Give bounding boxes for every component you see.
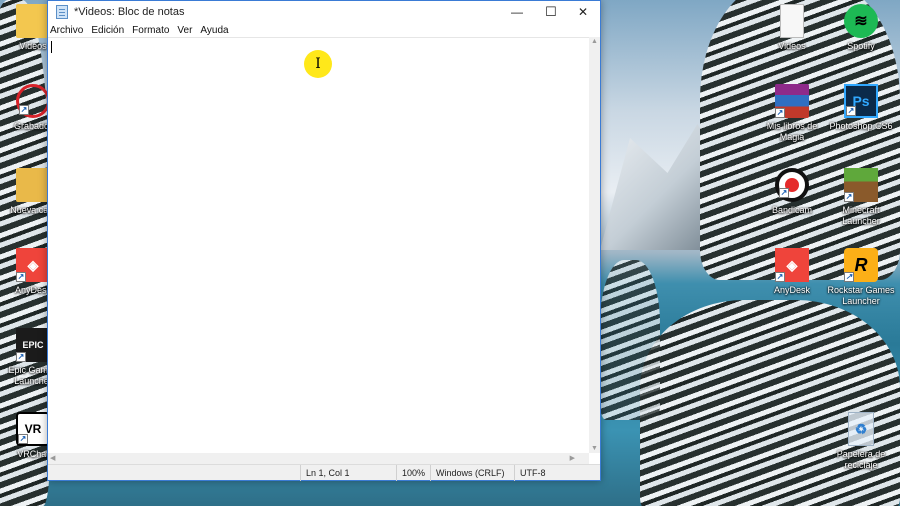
- minecraft-icon: ↗: [844, 168, 878, 202]
- bandicam-icon: ↗: [775, 168, 809, 202]
- shortcut-arrow-icon: ↗: [16, 352, 26, 362]
- menu-ayuda[interactable]: Ayuda: [200, 25, 228, 36]
- epic-games-icon: EPIC ↗: [16, 328, 50, 362]
- text-editor[interactable]: [48, 37, 589, 453]
- desktop-icon-label: Spotify: [847, 41, 875, 51]
- shortcut-arrow-icon: ↗: [844, 272, 854, 282]
- scroll-up-icon[interactable]: ▲: [591, 38, 598, 45]
- close-button[interactable]: ✕: [566, 1, 600, 23]
- status-bar: Ln 1, Col 1 100% Windows (CRLF) UTF-8: [48, 464, 600, 481]
- desktop-icon-label: Rockstar Games Launcher: [827, 285, 895, 306]
- desktop-icon-rockstar[interactable]: R ↗ Rockstar Games Launcher: [825, 248, 897, 307]
- shortcut-arrow-icon: ↗: [844, 192, 854, 202]
- vrchat-icon: VR ↗: [16, 412, 50, 446]
- status-position: Ln 1, Col 1: [300, 465, 396, 481]
- desktop-icon-label: Videos: [778, 41, 806, 51]
- desktop-icon-photoshop[interactable]: Ps ↗ Photoshop CS6: [825, 84, 897, 132]
- maximize-button[interactable]: ☐: [534, 1, 568, 23]
- document-icon: [780, 4, 804, 38]
- horizontal-scrollbar[interactable]: ◀ ▶: [48, 453, 589, 464]
- desktop-icon-spotify[interactable]: ≋ Spotify: [825, 4, 897, 52]
- desktop-icon-label: Mis libros de Magia: [766, 121, 818, 142]
- spotify-icon: ≋: [844, 4, 878, 38]
- menu-edicion[interactable]: Edición: [91, 25, 124, 36]
- text-cursor-icon: I: [315, 56, 321, 72]
- scroll-down-icon[interactable]: ▼: [591, 445, 598, 452]
- desktop-icon-label: Minecraft Launcher: [842, 205, 880, 226]
- menu-bar: Archivo Edición Formato Ver Ayuda: [48, 23, 600, 37]
- shortcut-arrow-icon: ↗: [779, 188, 789, 198]
- scroll-right-icon[interactable]: ▶: [570, 454, 575, 462]
- photoshop-icon: Ps ↗: [844, 84, 878, 118]
- winrar-icon: ↗: [775, 84, 809, 118]
- recycle-bin-icon: ♻: [848, 412, 874, 446]
- title-bar[interactable]: *Videos: Bloc de notas — ☐ ✕: [48, 1, 600, 23]
- menu-formato[interactable]: Formato: [132, 25, 169, 36]
- wallpaper-tree: [640, 300, 900, 506]
- status-line-ending: Windows (CRLF): [430, 465, 514, 481]
- desktop-icon-videos-doc[interactable]: Videos: [756, 4, 828, 52]
- mouse-cursor-highlight: I: [304, 50, 332, 78]
- desktop-icon-bandicam[interactable]: ↗ Bandicam: [756, 168, 828, 216]
- folder-icon: [16, 4, 50, 38]
- shortcut-arrow-icon: ↗: [775, 272, 785, 282]
- wallpaper-tree: [600, 260, 660, 420]
- notepad-icon: [56, 5, 68, 19]
- text-caret: [51, 41, 52, 53]
- shortcut-arrow-icon: ↗: [19, 105, 29, 115]
- folder-icon: [16, 168, 50, 202]
- desktop-icon-winrar[interactable]: ↗ Mis libros de Magia: [756, 84, 828, 143]
- scroll-left-icon[interactable]: ◀: [50, 454, 55, 462]
- desktop-icon-anydesk-right[interactable]: ◈ ↗ AnyDesk: [756, 248, 828, 296]
- desktop-icon-recycle-bin[interactable]: ♻ Papelera de reciclaje: [825, 412, 897, 471]
- menu-ver[interactable]: Ver: [177, 25, 192, 36]
- shortcut-arrow-icon: ↗: [16, 272, 26, 282]
- desktop-icon-label: Bandicam: [771, 205, 813, 215]
- anydesk-icon: ◈ ↗: [16, 248, 50, 282]
- status-encoding: UTF-8: [514, 465, 600, 481]
- desktop-icon-label: Photoshop CS6: [829, 121, 893, 131]
- anydesk-icon: ◈ ↗: [775, 248, 809, 282]
- rockstar-icon: R ↗: [844, 248, 878, 282]
- shortcut-arrow-icon: ↗: [775, 108, 785, 118]
- shortcut-arrow-icon: ↗: [18, 434, 28, 444]
- desktop-icon-label: Papelera de reciclaje: [836, 449, 886, 470]
- recorder-icon: ↗: [16, 84, 50, 118]
- minimize-button[interactable]: —: [500, 1, 534, 23]
- window-title: *Videos: Bloc de notas: [74, 6, 185, 18]
- vertical-scrollbar[interactable]: ▲ ▼: [589, 37, 600, 453]
- desktop-icon-label: AnyDesk: [773, 285, 810, 295]
- desktop-icon-minecraft[interactable]: ↗ Minecraft Launcher: [825, 168, 897, 227]
- menu-archivo[interactable]: Archivo: [50, 25, 83, 36]
- shortcut-arrow-icon: ↗: [846, 106, 856, 116]
- status-zoom: 100%: [396, 465, 430, 481]
